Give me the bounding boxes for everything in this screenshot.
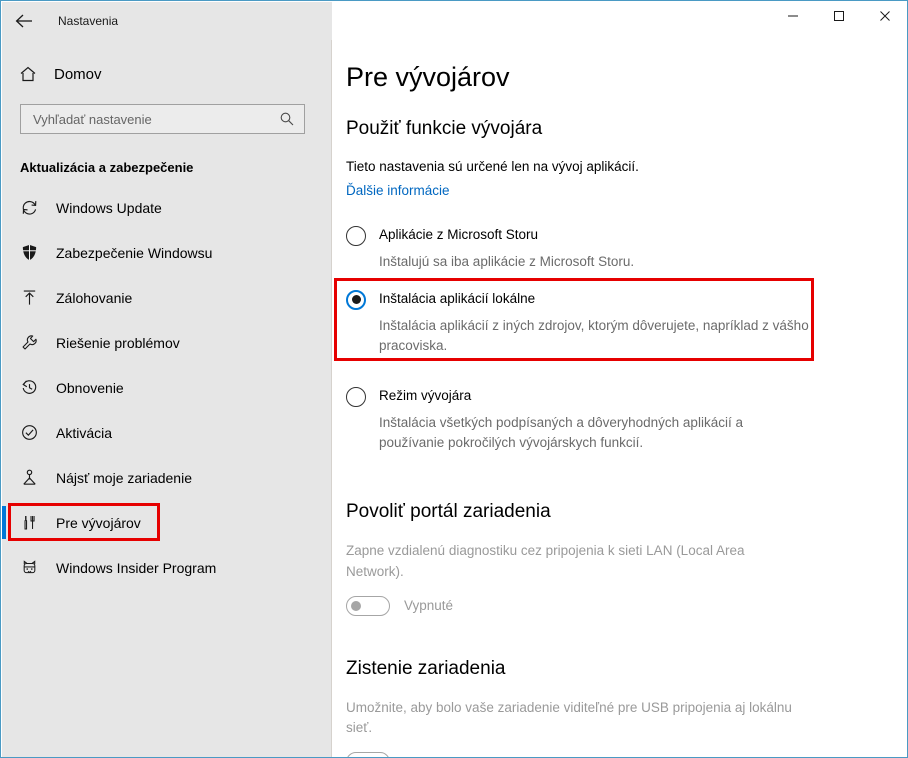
radio-label: Aplikácie z Microsoft Storu: [379, 226, 539, 242]
device-discovery-toggle[interactable]: [346, 752, 390, 757]
home-label: Domov: [54, 65, 102, 83]
ninjacat-icon: [20, 558, 46, 577]
sidebar-item-windows-security[interactable]: Zabezpečenie Windowsu: [2, 230, 331, 275]
history-icon: [20, 378, 46, 397]
radio-description: Inštalácia aplikácií z iných zdrojov, kt…: [379, 317, 809, 353]
home-icon: [18, 64, 48, 84]
sidebar-category-title: Aktualizácia a zabezpečenie: [20, 160, 194, 175]
sidebar-item-for-developers[interactable]: Pre vývojárov: [2, 500, 331, 545]
find-device-icon: [20, 468, 46, 487]
section-device-portal: Povoliť portál zariadenia Zapne vzdialen…: [346, 501, 907, 616]
sidebar-item-label: Obnovenie: [56, 379, 124, 396]
learn-more-link[interactable]: Ďalšie informácie: [346, 183, 450, 198]
sidebar-item-windows-insider-program[interactable]: Windows Insider Program: [2, 545, 331, 590]
maximize-icon: [833, 9, 845, 27]
section-device-discovery: Zistenie zariadenia Umožnite, aby bolo v…: [346, 657, 907, 757]
sidebar-item-label: Nájsť moje zariadenie: [56, 469, 192, 486]
device-portal-description: Zapne vzdialenú diagnostiku cez pripojen…: [346, 543, 745, 579]
section-heading-device-discovery: Zistenie zariadenia: [346, 657, 506, 679]
back-button[interactable]: [2, 5, 46, 37]
sidebar-item-label: Riešenie problémov: [56, 334, 180, 351]
settings-window: Nastavenia Domov Vyhľadať nastavenie Akt…: [0, 0, 908, 758]
sidebar-item-label: Aktivácia: [56, 424, 113, 441]
sidebar-item-label: Windows Update: [56, 199, 162, 216]
sidebar-nav: Windows Update Zabezpečenie Windowsu Zál…: [2, 185, 331, 590]
radio-store-apps[interactable]: [346, 225, 366, 246]
search-icon: [278, 111, 296, 127]
section-heading-developer-features: Použiť funkcie vývojára: [346, 118, 543, 139]
device-portal-toggle-state: Vypnuté: [404, 598, 454, 614]
developer-mode-radio-group: Aplikácie z Microsoft Storu Inštalujú sa…: [334, 220, 907, 458]
sidebar-item-label: Pre vývojárov: [56, 514, 141, 531]
minimize-icon: [787, 9, 799, 27]
radio-sideload-apps[interactable]: [346, 289, 366, 310]
radio-description: Inštalácia všetkých podpísaných a dôvery…: [379, 415, 743, 451]
back-arrow-icon: [15, 13, 33, 29]
sidebar-item-find-my-device[interactable]: Nájsť moje zariadenie: [2, 455, 331, 500]
sidebar-item-label: Zabezpečenie Windowsu: [56, 244, 213, 261]
device-portal-toggle-row: Vypnuté: [346, 595, 907, 616]
sidebar-item-troubleshoot[interactable]: Riešenie problémov: [2, 320, 331, 365]
sidebar-item-home[interactable]: Domov: [2, 54, 331, 94]
window-title: Nastavenia: [58, 14, 119, 28]
radio-option-store-apps[interactable]: Aplikácie z Microsoft Storu Inštalujú sa…: [346, 220, 907, 276]
sidebar-item-backup[interactable]: Zálohovanie: [2, 275, 331, 320]
search-wrapper: [20, 104, 317, 134]
refresh-icon: [20, 198, 46, 217]
toggle-knob: [351, 600, 361, 611]
upload-arrow-icon: [20, 288, 46, 307]
title-bar: Nastavenia: [2, 2, 907, 40]
search-input[interactable]: [33, 111, 278, 127]
radio-label: Režim vývojára: [379, 388, 472, 404]
sidebar-item-label: Windows Insider Program: [56, 559, 217, 576]
title-bar-left: Nastavenia: [2, 2, 332, 40]
shield-icon: [20, 243, 46, 262]
radio-description: Inštalujú sa iba aplikácie z Microsoft S…: [379, 253, 635, 269]
search-box[interactable]: [20, 104, 305, 134]
minimize-button[interactable]: [770, 2, 816, 33]
window-controls: [332, 2, 907, 40]
content-pane: Pre vývojárov Použiť funkcie vývojára Ti…: [332, 40, 907, 757]
page-title: Pre vývojárov: [346, 62, 510, 92]
wrench-icon: [20, 333, 46, 352]
sidebar-item-activation[interactable]: Aktivácia: [2, 410, 331, 455]
section-heading-device-portal: Povoliť portál zariadenia: [346, 501, 551, 523]
device-discovery-description: Umožnite, aby bolo vaše zariadenie vidit…: [346, 699, 792, 736]
check-circle-icon: [20, 423, 46, 442]
close-button[interactable]: [862, 2, 907, 33]
radio-option-sideload-apps[interactable]: Inštalácia aplikácií lokálne Inštalácia …: [334, 277, 907, 361]
maximize-button[interactable]: [816, 2, 862, 33]
radio-label: Inštalácia aplikácií lokálne: [379, 290, 536, 306]
radio-developer-mode[interactable]: [346, 387, 366, 408]
radio-option-developer-mode[interactable]: Režim vývojára Inštalácia všetkých podpí…: [346, 381, 907, 457]
sidebar-item-label: Zálohovanie: [56, 289, 133, 306]
sidebar-item-windows-update[interactable]: Windows Update: [2, 185, 331, 230]
device-portal-toggle[interactable]: [346, 595, 390, 616]
tools-icon: [20, 513, 46, 532]
close-icon: [879, 9, 891, 27]
sidebar-item-recovery[interactable]: Obnovenie: [2, 365, 331, 410]
sidebar: Domov Aktualizácia a zabezpečenie: [2, 40, 332, 757]
section-description: Tieto nastavenia sú určené len na vývoj …: [346, 159, 639, 174]
